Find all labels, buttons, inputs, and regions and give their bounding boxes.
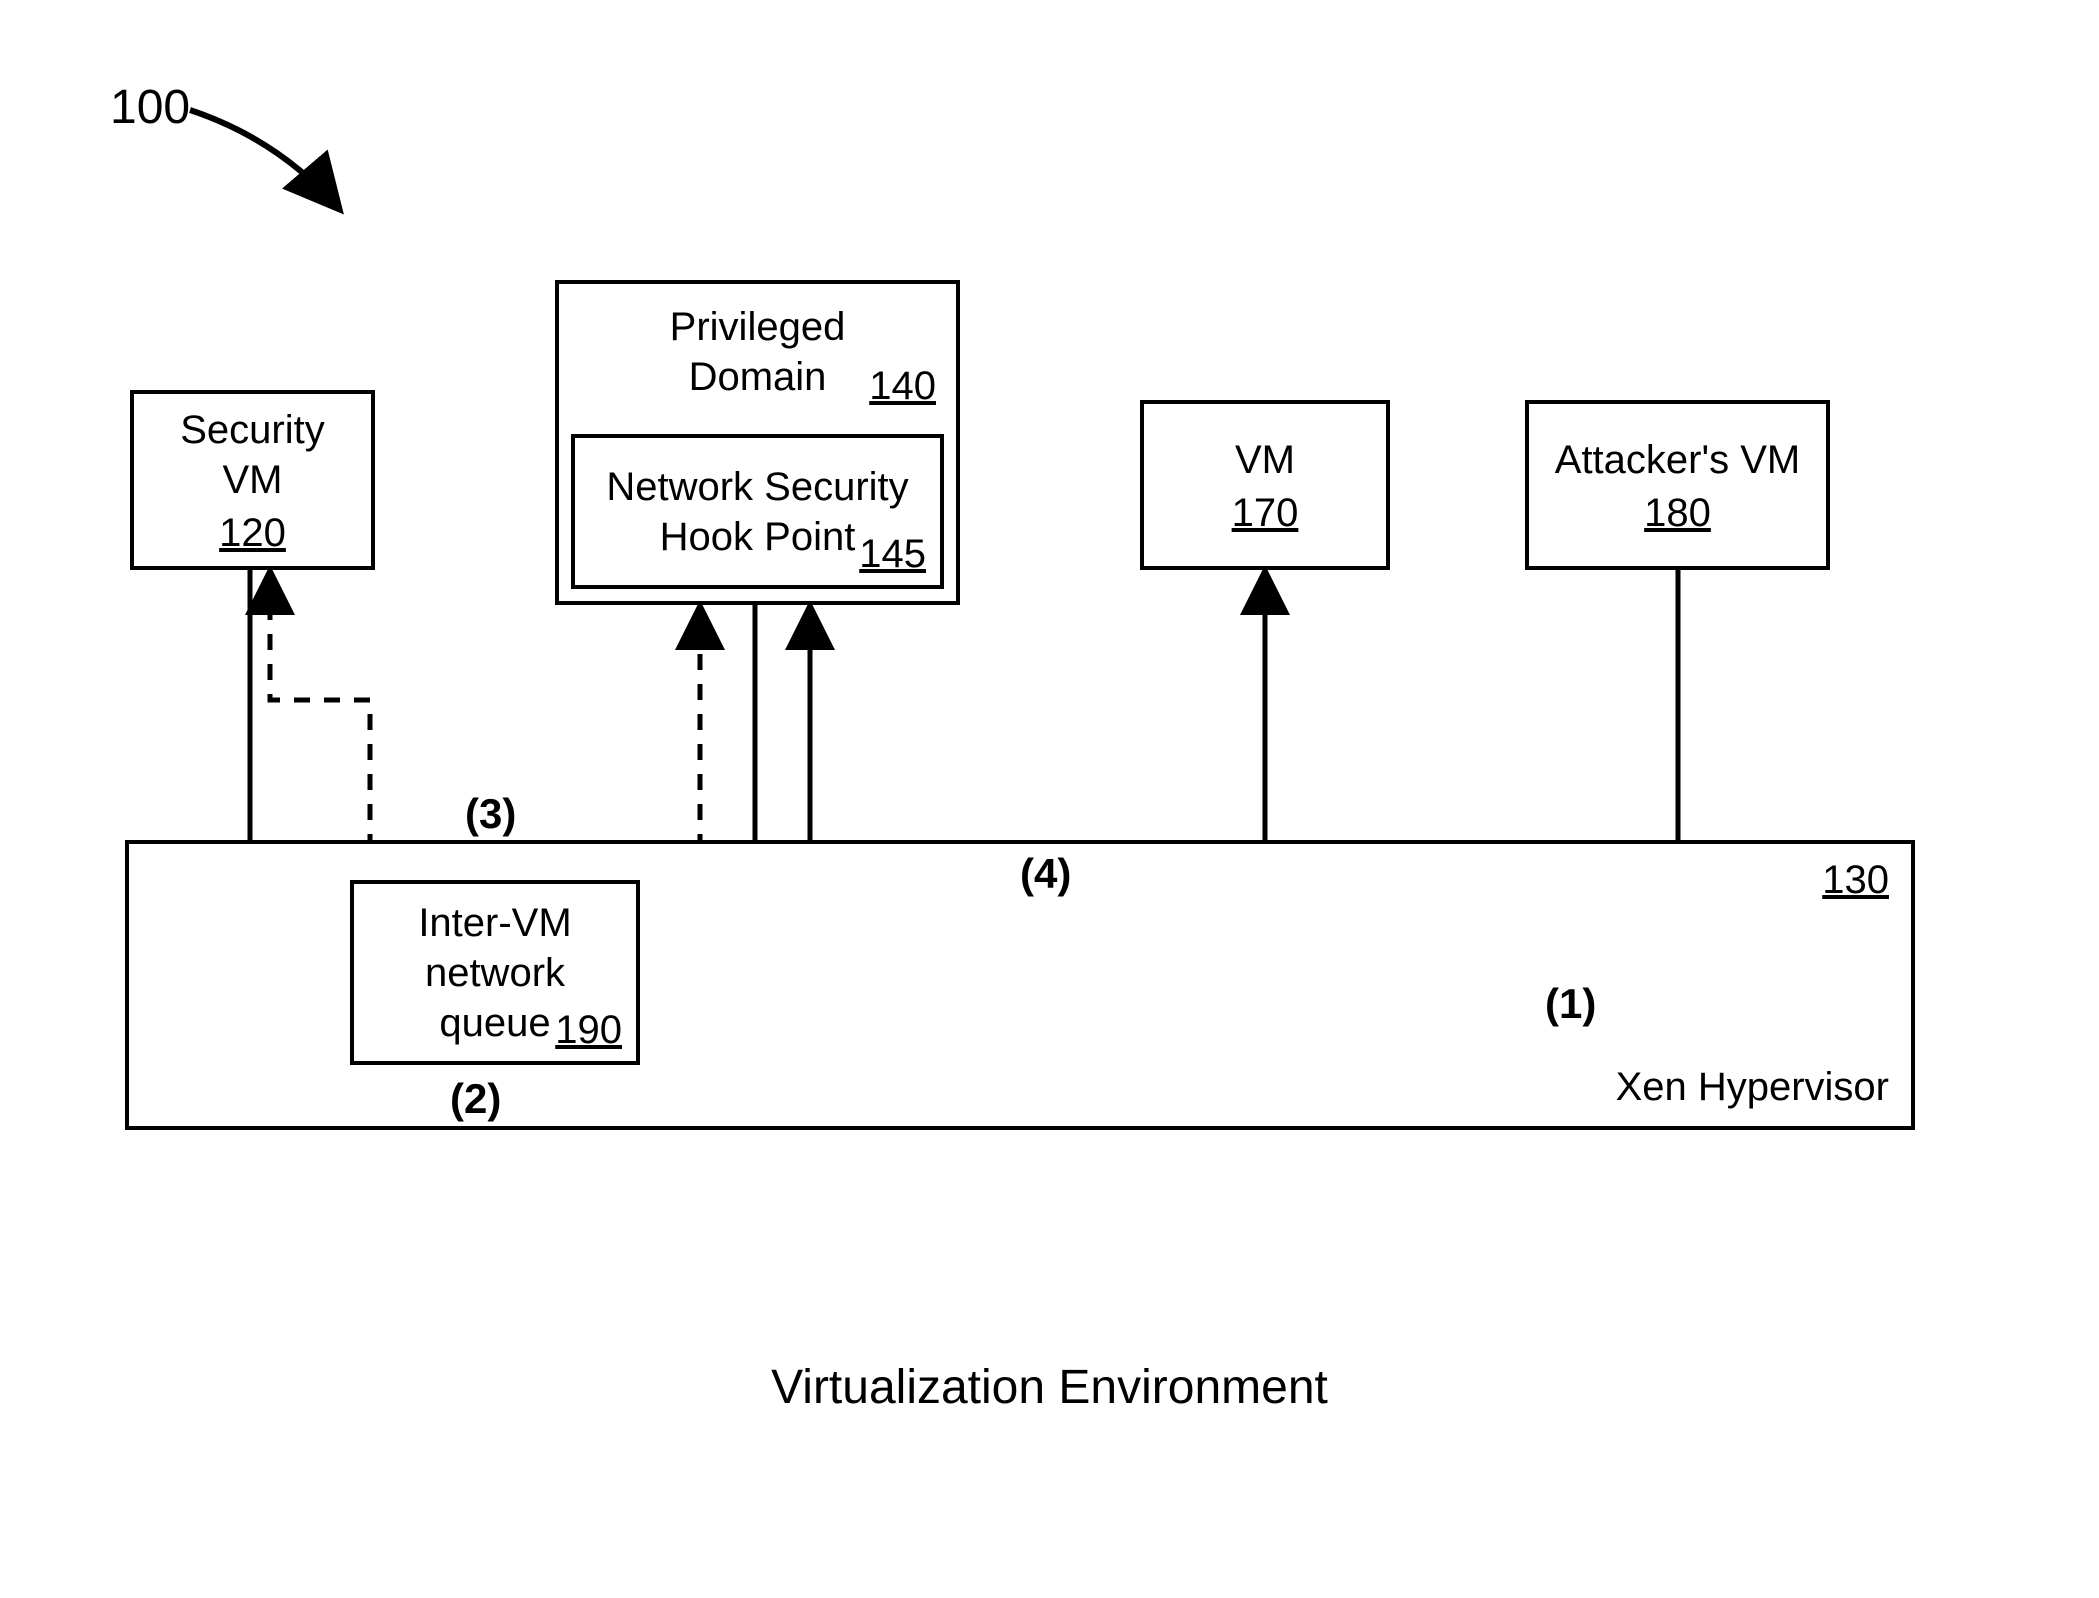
hook-point-box: Network Security Hook Point 145 [571, 434, 944, 589]
privileged-domain-box: Privileged Domain 140 Network Security H… [555, 280, 960, 605]
security-vm-box: Security VM 120 [130, 390, 375, 570]
figure-number: 100 [110, 80, 190, 135]
vm-box: VM 170 [1140, 400, 1390, 570]
inter-vm-queue-ref: 190 [555, 1008, 622, 1053]
attacker-vm-label: Attacker's VM [1555, 435, 1800, 485]
flow-1-label: (1) [1545, 980, 1596, 1028]
privileged-domain-ref: 140 [869, 364, 936, 409]
attacker-vm-ref: 180 [1644, 491, 1711, 536]
inter-vm-queue-label: Inter-VM network queue [418, 898, 571, 1048]
hypervisor-ref: 130 [1822, 858, 1889, 903]
security-vm-label: Security VM [180, 405, 325, 505]
attacker-vm-box: Attacker's VM 180 [1525, 400, 1830, 570]
diagram-caption: Virtualization Environment [0, 1360, 2099, 1415]
flow-2-label: (2) [450, 1075, 501, 1123]
security-vm-ref: 120 [219, 511, 286, 556]
flow-4-label: (4) [1020, 850, 1071, 898]
inter-vm-queue-box: Inter-VM network queue 190 [350, 880, 640, 1065]
hypervisor-label: Xen Hypervisor [1616, 1062, 1889, 1112]
vm-label: VM [1235, 435, 1295, 485]
figure-number-text: 100 [110, 81, 190, 134]
vm-ref: 170 [1232, 491, 1299, 536]
flow-3-label: (3) [465, 790, 516, 838]
privileged-domain-label: Privileged Domain [670, 302, 846, 402]
connector-lines [0, 0, 2099, 1598]
hook-point-ref: 145 [859, 532, 926, 577]
